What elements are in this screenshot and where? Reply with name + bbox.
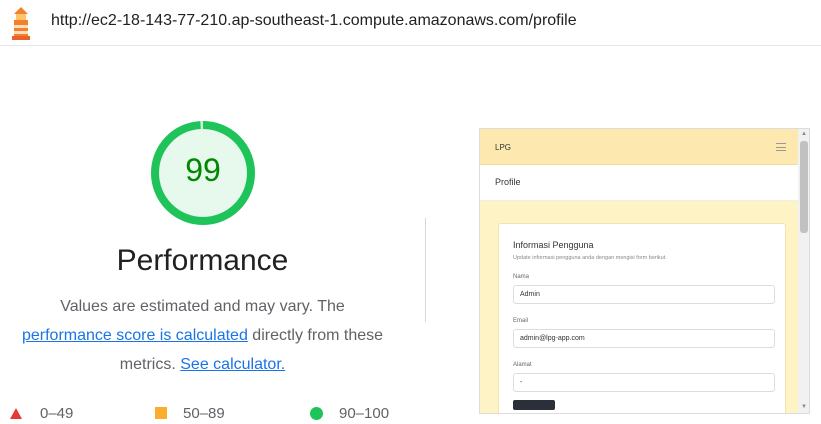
thumb-page-title: Profile [495,177,521,187]
report-url[interactable]: http://ec2-18-143-77-210.ap-southeast-1.… [51,12,577,30]
see-calculator-link[interactable]: See calculator. [180,356,285,373]
legend-fail-label: 0–49 [40,405,74,422]
thumb-field-label: Email [513,318,529,324]
description-text: directly from these [247,327,384,344]
thumb-card-title: Informasi Pengguna [513,240,594,250]
legend-fail: 0–49 [10,405,73,422]
scrollbar-thumb[interactable] [800,141,808,233]
score-legend: 0–49 50–89 90–100 [0,405,430,424]
description-line: metrics. See calculator. [0,356,405,374]
legend-pass-label: 90–100 [339,405,390,422]
description-text: metrics. [119,356,181,373]
legend-pass: 90–100 [310,405,389,422]
lighthouse-icon [12,7,30,40]
thumb-navbar: LPG [480,129,798,165]
score-calculation-link[interactable]: performance score is calculated [22,327,248,344]
description-line: Values are estimated and may vary. The [60,298,345,315]
hamburger-icon [776,143,786,151]
scroll-down-icon[interactable]: ▼ [801,404,807,410]
thumb-scrollbar[interactable]: ▲ ▼ [798,129,809,413]
thumb-card-subtitle: Update informasi pengguna anda dengan me… [513,255,667,261]
final-screenshot[interactable]: LPG Profile Informasi Pengguna Update in… [479,128,810,414]
thumb-field-input: admin@lpg-app.com [513,329,775,348]
thumb-submit-button [513,400,555,410]
thumb-field-input: Admin [513,285,775,304]
legend-average: 50–89 [155,405,225,422]
thumb-brand: LPG [495,143,512,152]
thumb-field-label: Nama [513,274,530,280]
circle-icon [310,407,323,420]
report-url-bar: http://ec2-18-143-77-210.ap-southeast-1.… [0,0,821,46]
divider [425,218,426,322]
score-value: 99 [185,152,221,188]
description-line: performance score is calculated directly… [0,327,405,345]
thumb-field-label: Alamat [513,362,532,368]
thumb-page-header: Profile [480,165,798,201]
thumb-profile-card: Informasi Pengguna Update informasi peng… [498,223,786,413]
thumb-field-input: - [513,373,775,392]
square-icon [155,407,167,419]
category-title: Performance [116,244,289,277]
legend-average-label: 50–89 [183,405,225,422]
scroll-up-icon[interactable]: ▲ [801,131,807,137]
triangle-icon [10,408,22,419]
